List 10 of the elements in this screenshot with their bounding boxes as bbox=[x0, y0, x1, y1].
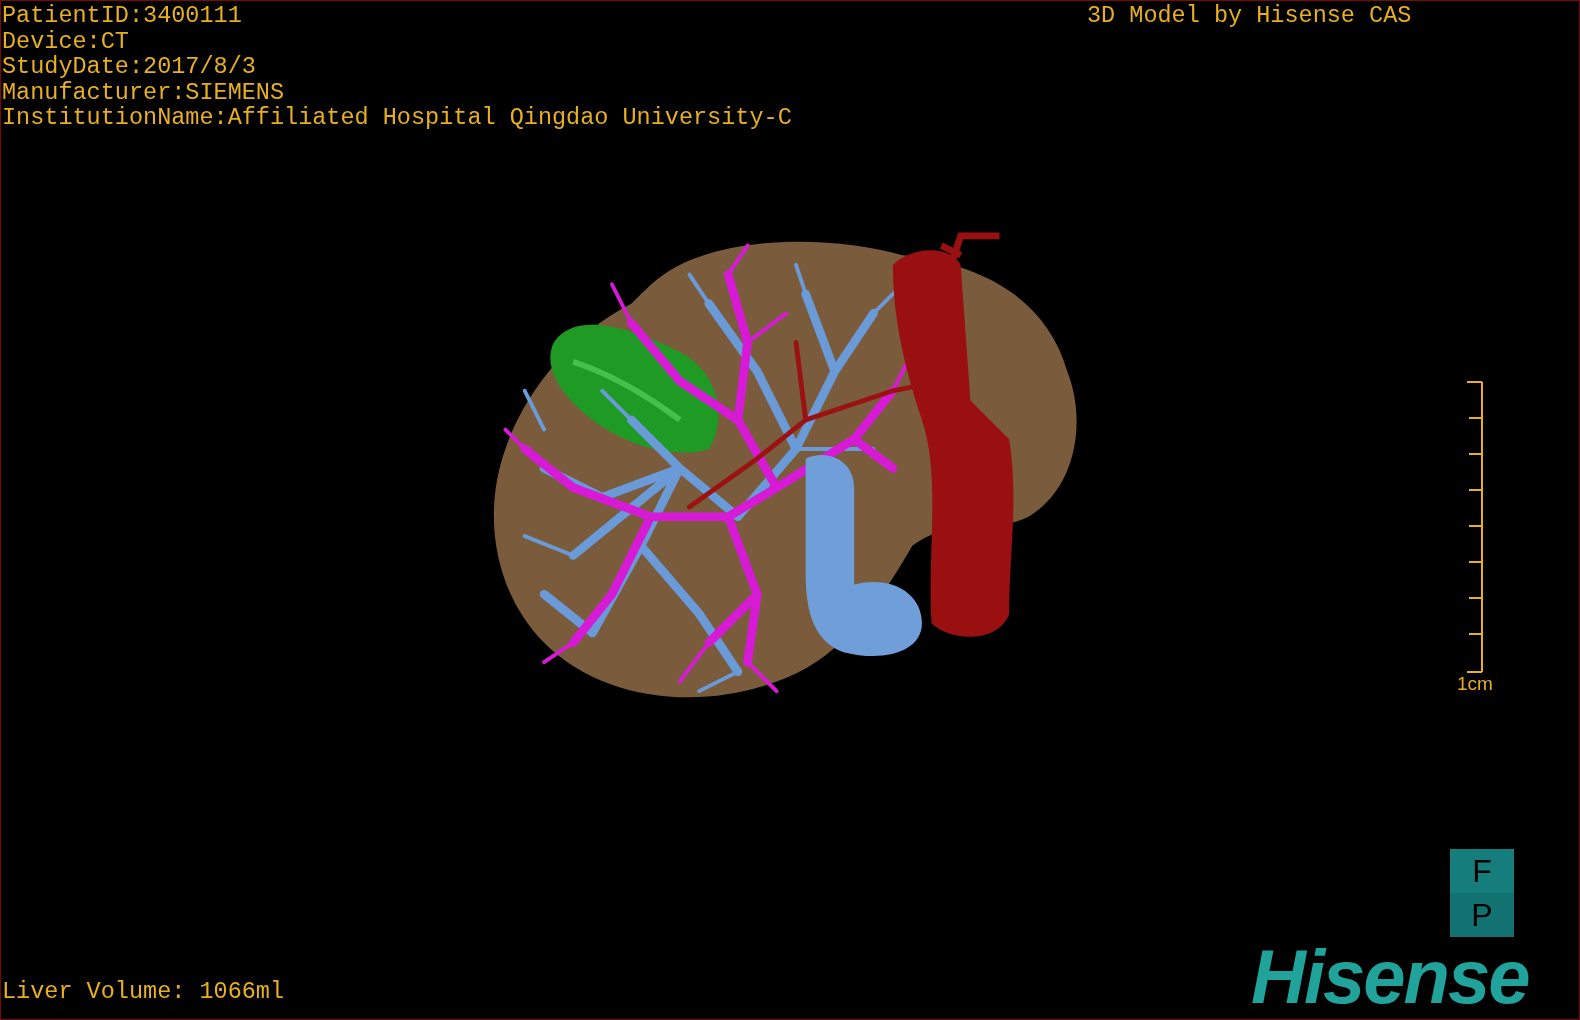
patient-info-text: StudyDate:2017/8/3 bbox=[2, 54, 256, 80]
liver-volume-text: Liver Volume: 1066ml bbox=[2, 979, 285, 1005]
patient-info-text: Device:CT bbox=[2, 28, 129, 54]
patient-info-text: Manufacturer:SIEMENS bbox=[2, 79, 285, 105]
model-credit-text: 3D Model by Hisense CAS bbox=[1087, 3, 1412, 29]
brand-logo: Hisense bbox=[1251, 939, 1529, 1015]
scale-bar-icon bbox=[1464, 381, 1485, 673]
scale-label: 1cm bbox=[1457, 673, 1493, 695]
patient-info-text: InstitutionName:Affiliated Hospital Qingdao University-C bbox=[2, 105, 792, 131]
patient-info-text: PatientID:3400111 bbox=[2, 3, 242, 29]
